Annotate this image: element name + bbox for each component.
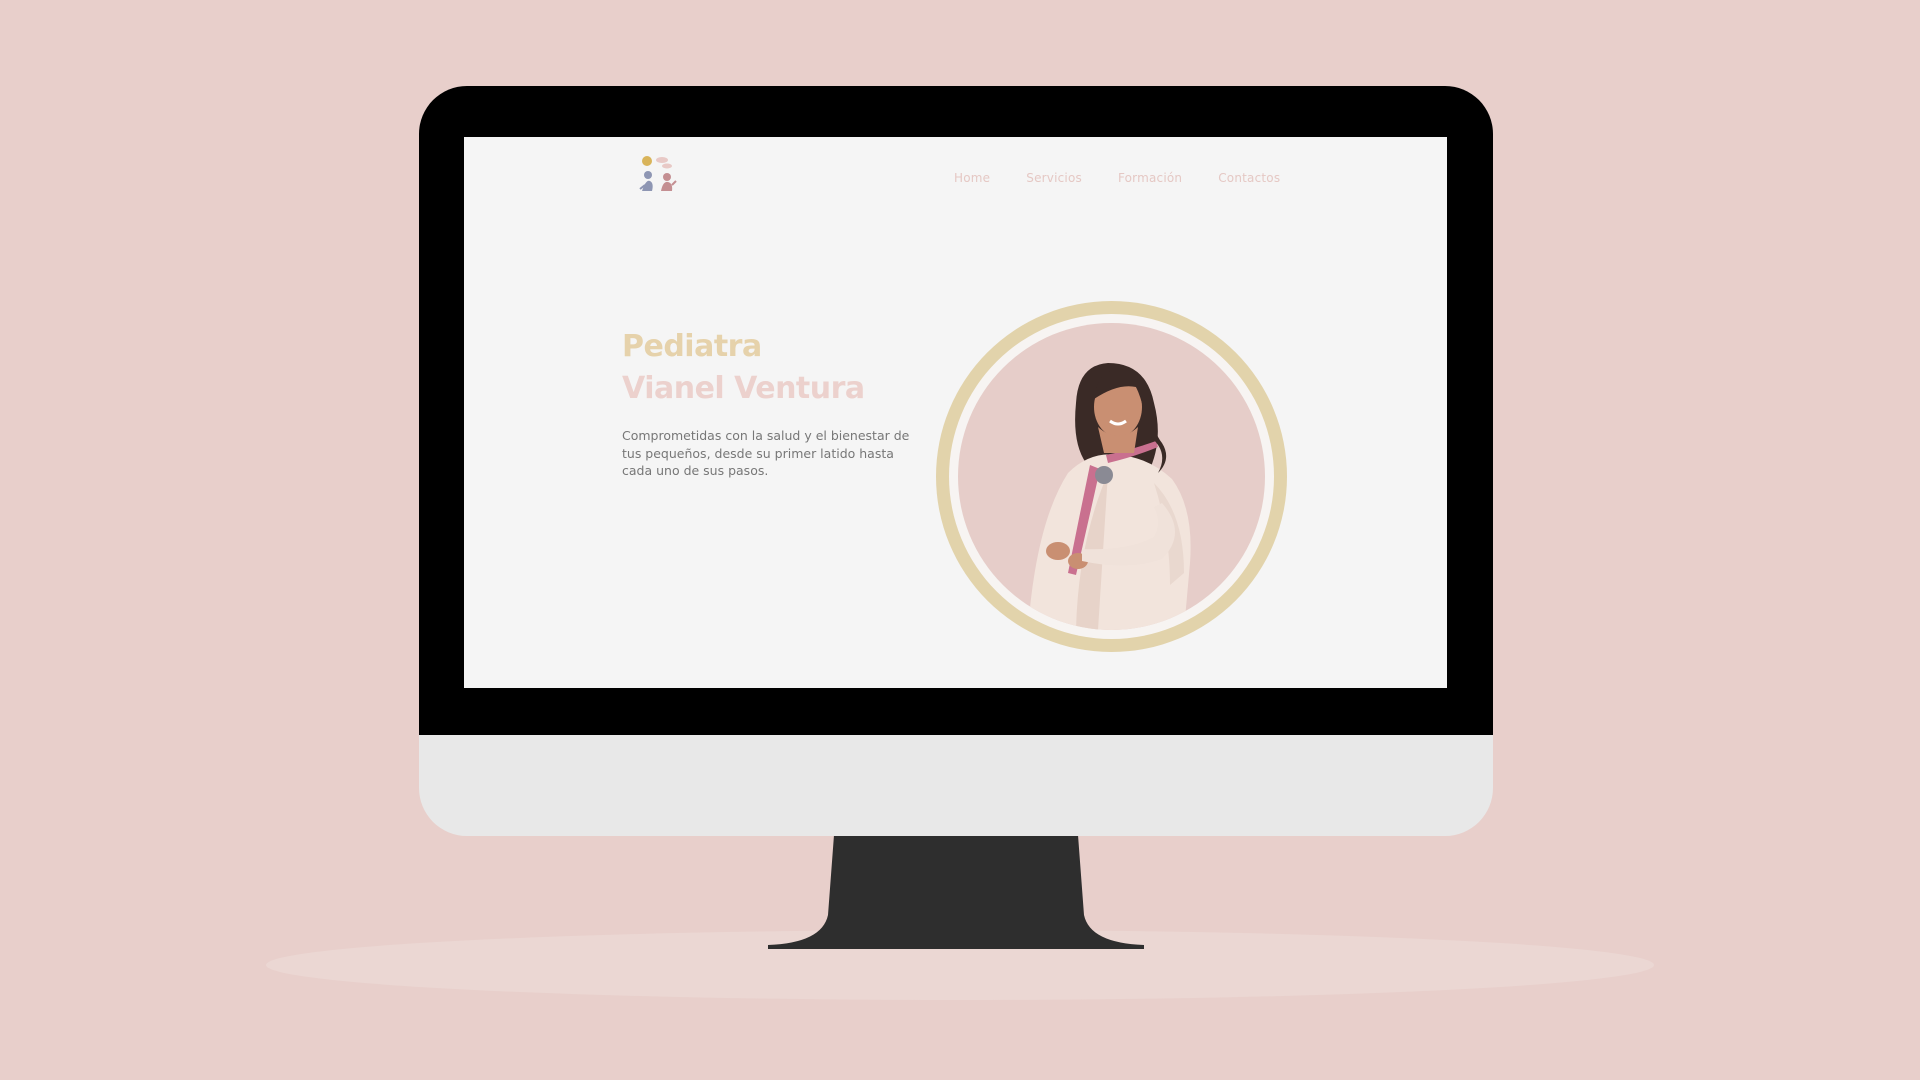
doctor-figure-icon bbox=[1028, 363, 1191, 630]
hero-title-line2: Vianel Ventura bbox=[622, 371, 865, 406]
main-nav: Home Servicios Formación Contactos bbox=[954, 171, 1280, 185]
monitor-chin bbox=[419, 735, 1493, 836]
kids-playing-logo-icon[interactable] bbox=[628, 155, 680, 195]
nav-formacion[interactable]: Formación bbox=[1118, 171, 1182, 185]
portrait-inner-border bbox=[949, 314, 1274, 639]
hero-title-line1: Pediatra bbox=[622, 329, 762, 364]
hero-description: Comprometidas con la salud y el bienesta… bbox=[622, 428, 910, 478]
website-screen: Home Servicios Formación Contactos Pedia… bbox=[464, 137, 1447, 688]
portrait-frame bbox=[936, 301, 1287, 652]
nav-home[interactable]: Home bbox=[954, 171, 990, 185]
nav-servicios[interactable]: Servicios bbox=[1026, 171, 1082, 185]
monitor-stand bbox=[768, 835, 1144, 949]
mockup-background: Home Servicios Formación Contactos Pedia… bbox=[0, 0, 1920, 1080]
doctor-portrait-photo bbox=[958, 323, 1265, 630]
nav-contactos[interactable]: Contactos bbox=[1218, 171, 1280, 185]
